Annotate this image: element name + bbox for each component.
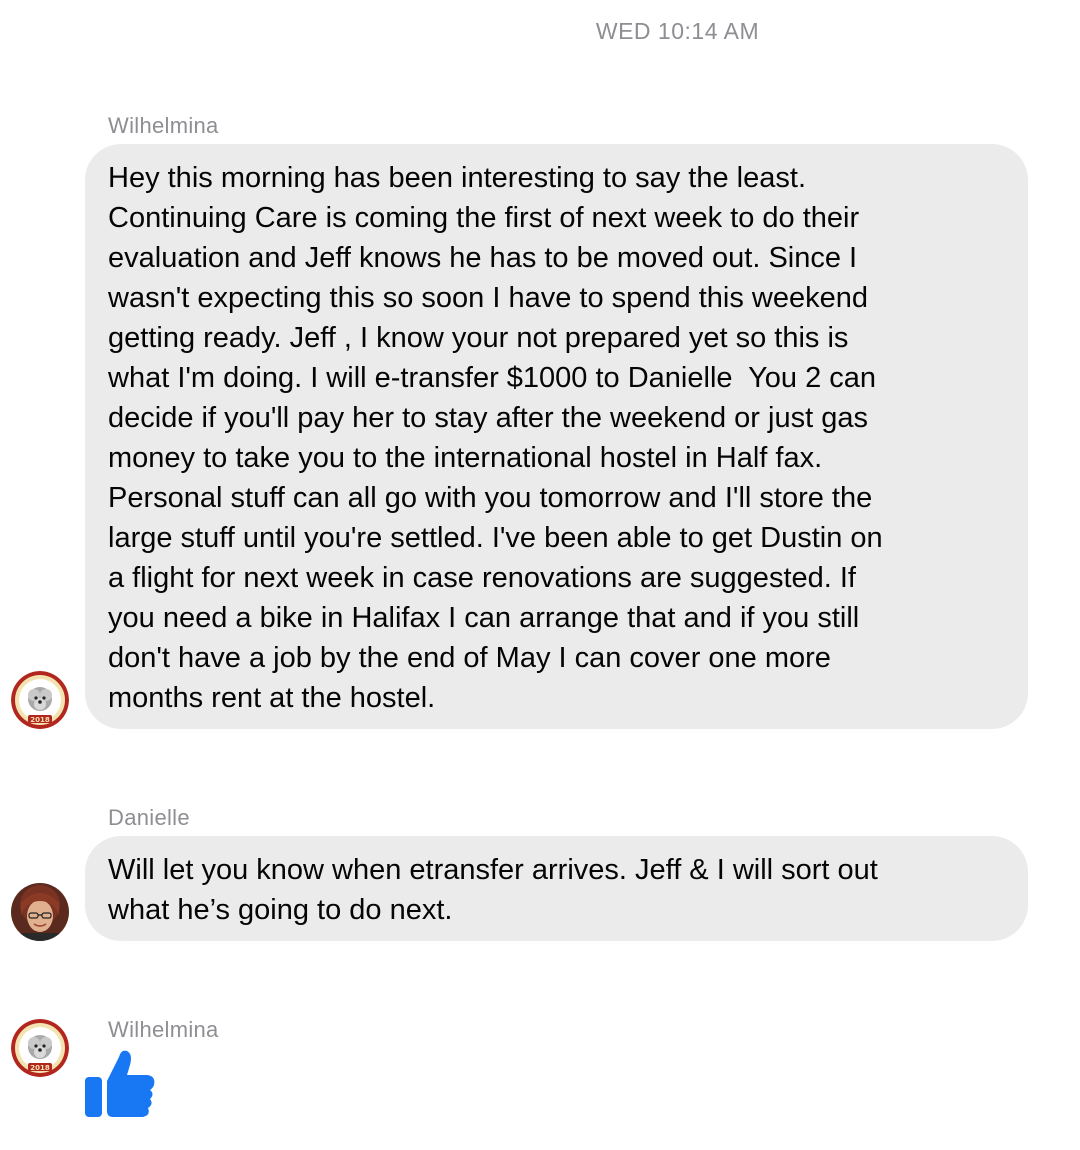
message-line: don't have a job by the end of May I can… bbox=[108, 642, 831, 674]
message-line: Hey this morning has been interesting to… bbox=[108, 162, 806, 194]
sender-name: Danielle bbox=[108, 805, 190, 830]
message-line: months rent at the hostel. bbox=[108, 682, 436, 714]
avatar[interactable]: 2018 bbox=[11, 671, 69, 729]
sender-name: Wilhelmina bbox=[108, 113, 219, 138]
sender-name: Wilhelmina bbox=[108, 1017, 219, 1042]
avatar[interactable]: 2018 bbox=[11, 1019, 69, 1077]
message-line: money to take you to the international h… bbox=[108, 442, 823, 474]
message-bubble[interactable]: Hey this morning has been interesting to… bbox=[85, 144, 1028, 729]
message-line: wasn't expecting this so soon I have to … bbox=[108, 282, 869, 314]
message-line: Personal stuff can all go with you tomor… bbox=[108, 482, 873, 514]
message-line: Continuing Care is coming the first of n… bbox=[108, 202, 860, 234]
message-line: large stuff until you're settled. I've b… bbox=[108, 522, 883, 554]
message-line: Will let you know when etransfer arrives… bbox=[108, 854, 878, 886]
person-avatar-icon bbox=[11, 883, 69, 941]
message-line: what I'm doing. I will e-transfer $1000 … bbox=[108, 362, 877, 394]
message-line: you need a bike in Halifax I can arrange… bbox=[108, 602, 860, 634]
dog-avatar-icon: 2018 bbox=[11, 671, 69, 729]
message-line: getting ready. Jeff , I know your not pr… bbox=[108, 322, 849, 354]
thumbs-up-icon[interactable] bbox=[83, 1045, 159, 1121]
message-line: a flight for next week in case renovatio… bbox=[108, 562, 856, 594]
avatar[interactable] bbox=[11, 883, 69, 941]
message-line: evaluation and Jeff knows he has to be m… bbox=[108, 242, 858, 274]
message-bubble[interactable]: Will let you know when etransfer arrives… bbox=[85, 836, 1028, 941]
dog-avatar-icon: 2018 bbox=[11, 1019, 69, 1077]
avatar-badge-text: 2018 bbox=[30, 716, 50, 724]
message-line: decide if you'll pay her to stay after t… bbox=[108, 402, 868, 434]
timestamp: WED 10:14 AM bbox=[595, 18, 760, 44]
message-line: what he’s going to do next. bbox=[108, 894, 453, 926]
avatar-badge-text: 2018 bbox=[30, 1064, 50, 1072]
